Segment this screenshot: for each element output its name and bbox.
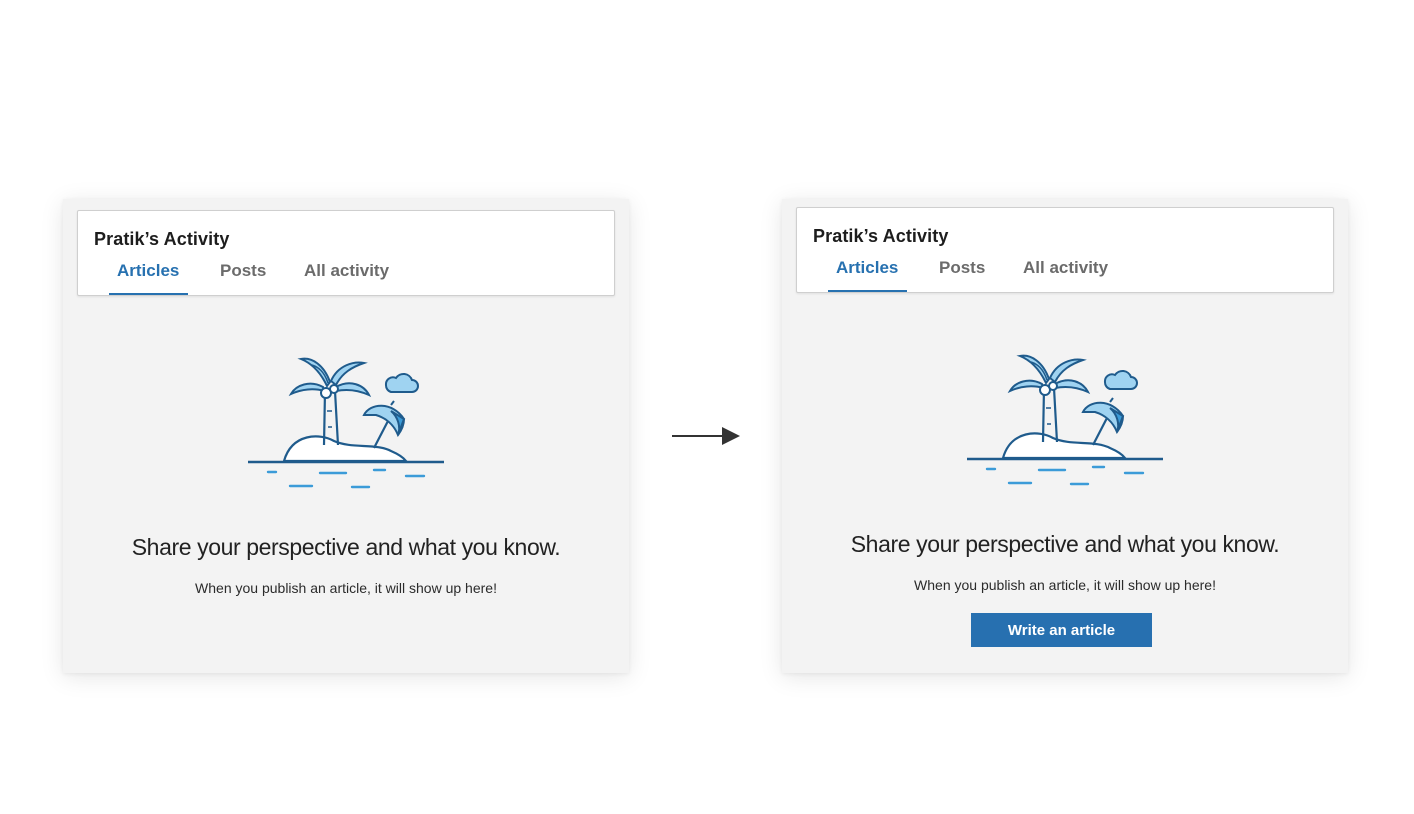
- activity-header-card: Pratik’s Activity Articles Posts All act…: [77, 210, 615, 296]
- active-tab-indicator: [828, 290, 907, 292]
- empty-state-headline: Share your perspective and what you know…: [131, 534, 561, 560]
- empty-state-headline: Share your perspective and what you know…: [850, 531, 1280, 557]
- activity-panel-before: Pratik’s Activity Articles Posts All act…: [63, 199, 629, 673]
- tab-posts[interactable]: Posts: [220, 261, 266, 281]
- tab-articles[interactable]: Articles: [836, 258, 898, 278]
- active-tab-indicator: [109, 293, 188, 295]
- tab-articles[interactable]: Articles: [117, 261, 179, 281]
- tab-all-activity[interactable]: All activity: [304, 261, 389, 281]
- island-palm-tree-icon: [248, 353, 444, 493]
- tab-all-activity[interactable]: All activity: [1023, 258, 1108, 278]
- empty-state-subtext: When you publish an article, it will sho…: [195, 580, 497, 596]
- activity-header-card: Pratik’s Activity Articles Posts All act…: [796, 207, 1334, 293]
- activity-panel-after: Pratik’s Activity Articles Posts All act…: [782, 199, 1348, 673]
- write-article-button[interactable]: Write an article: [971, 613, 1152, 647]
- right-arrow-icon: [672, 427, 740, 445]
- page-title: Pratik’s Activity: [94, 229, 230, 249]
- island-palm-tree-icon: [967, 350, 1163, 490]
- page-title: Pratik’s Activity: [813, 226, 949, 246]
- empty-state-subtext: When you publish an article, it will sho…: [914, 577, 1216, 593]
- tab-posts[interactable]: Posts: [939, 258, 985, 278]
